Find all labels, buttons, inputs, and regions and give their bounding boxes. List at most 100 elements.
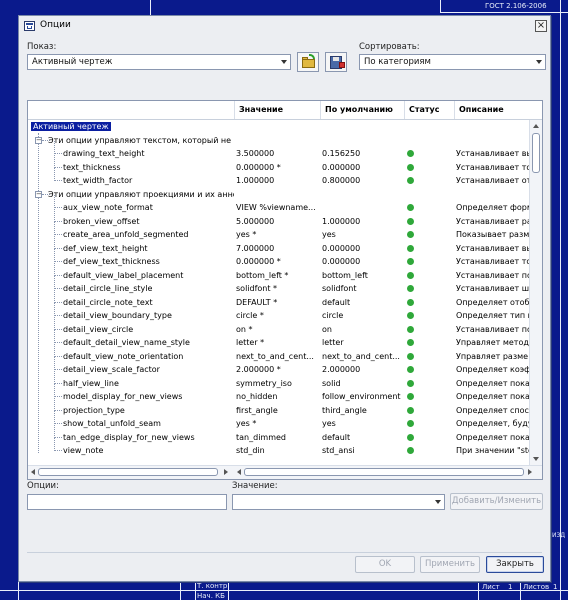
table-row[interactable]: text_width_factor 1.000000 0.800000 Устанав… bbox=[28, 168, 531, 187]
group-row[interactable]: − Эти опции управляют текстом, который не… bbox=[28, 134, 531, 147]
option-name: default_view_label_placement bbox=[63, 270, 184, 280]
option-description: Управляет разме bbox=[456, 351, 529, 361]
table-row[interactable]: detail_circle_line_style solidfont * solid… bbox=[28, 276, 531, 295]
table-row[interactable]: detail_circle_note_text DEFAULT * default О… bbox=[28, 289, 531, 309]
frame-line bbox=[18, 582, 19, 600]
sort-label: Сортировать: bbox=[359, 42, 420, 52]
table-row[interactable]: default_detail_view_name_style letter * le… bbox=[28, 330, 531, 349]
option-default: 1.000000 bbox=[322, 216, 361, 226]
option-default: solidfont bbox=[322, 284, 357, 293]
table-row[interactable]: detail_view_circle on * on Устанавливает по bbox=[28, 316, 531, 336]
table-row[interactable]: detail_view_boundary_type circle * circle О… bbox=[28, 303, 531, 322]
option-value: solidfont * bbox=[236, 284, 278, 293]
scroll-up-icon[interactable] bbox=[533, 124, 539, 128]
option-name: projection_type bbox=[63, 405, 125, 415]
table-row[interactable]: show_total_unfold_seam yes * yes Определяет… bbox=[28, 411, 531, 430]
tree-line bbox=[54, 423, 62, 424]
close-icon[interactable]: × bbox=[535, 20, 547, 32]
sheets-num: 1 bbox=[553, 583, 558, 591]
tree-line bbox=[54, 154, 55, 168]
ok-button[interactable]: OK bbox=[355, 556, 415, 573]
tree-line bbox=[54, 235, 55, 249]
table-row[interactable]: aux_view_note_format VIEW %viewname... Опр… bbox=[28, 195, 531, 214]
header-default[interactable]: По умолчанию bbox=[320, 101, 404, 119]
option-default: default bbox=[322, 297, 351, 307]
header-status[interactable]: Статус bbox=[404, 101, 454, 119]
header-value[interactable]: Значение bbox=[234, 101, 320, 119]
table-row[interactable]: view_note std_din std_ansi При значении "st… bbox=[28, 438, 531, 457]
option-default: 0.156250 bbox=[322, 149, 361, 158]
tree-line bbox=[54, 222, 55, 235]
vertical-scrollbar[interactable] bbox=[529, 120, 542, 465]
header-name[interactable] bbox=[28, 101, 234, 119]
table-row[interactable]: default_view_label_placement bottom_left … bbox=[28, 262, 531, 282]
tree-line bbox=[54, 249, 55, 262]
table-row[interactable]: broken_view_offset 5.000000 1.000000 Устана… bbox=[28, 208, 531, 228]
tree-line bbox=[54, 316, 55, 330]
group-label: Эти опции управляют проекциями и их анно… bbox=[48, 189, 234, 199]
table-row[interactable]: projection_type first_angle third_angle Опр… bbox=[28, 397, 531, 417]
option-description: Устанавливает от bbox=[456, 176, 531, 185]
header-description[interactable]: Описание bbox=[454, 101, 542, 119]
option-name: detail_view_boundary_type bbox=[63, 311, 172, 320]
table-row[interactable]: text_thickness 0.000000 * 0.000000 Устанавл… bbox=[28, 154, 531, 174]
table-row[interactable]: model_display_for_new_views no_hidden foll… bbox=[28, 384, 531, 403]
option-default: next_to_and_cent... bbox=[322, 351, 400, 361]
tree-line bbox=[54, 397, 55, 411]
scroll-right-icon[interactable] bbox=[224, 469, 228, 475]
table-row[interactable]: create_area_unfold_segmented yes * yes Пока… bbox=[28, 222, 531, 241]
tree-line bbox=[54, 424, 55, 438]
group-row[interactable]: − Эти опции управляют проекциями и их анн… bbox=[28, 188, 531, 201]
tree-line bbox=[54, 357, 55, 370]
tree-line bbox=[54, 141, 55, 154]
sort-select[interactable]: По категориям bbox=[359, 54, 546, 70]
scroll-left-icon[interactable] bbox=[31, 469, 35, 475]
status-ok-icon bbox=[407, 393, 414, 400]
table-row[interactable]: tan_edge_display_for_new_views tan_dimmed… bbox=[28, 424, 531, 444]
add-change-button[interactable]: Добавить/Изменить bbox=[450, 493, 543, 510]
frame-line bbox=[228, 582, 229, 600]
sort-select-value: По категориям bbox=[364, 57, 431, 67]
status-ok-icon bbox=[407, 231, 414, 238]
status-ok-icon bbox=[407, 150, 414, 157]
table-row[interactable]: half_view_line symmetry_iso solid Определяе… bbox=[28, 370, 531, 390]
apply-button[interactable]: Применить bbox=[420, 556, 480, 573]
scroll-down-icon[interactable] bbox=[533, 457, 539, 461]
option-value: 0.000000 * bbox=[236, 162, 281, 172]
tree-line bbox=[54, 234, 62, 235]
tree-line bbox=[54, 303, 55, 316]
open-config-button[interactable] bbox=[297, 52, 319, 72]
option-value: letter * bbox=[236, 338, 265, 347]
close-button[interactable]: Закрыть bbox=[486, 556, 544, 573]
option-name: detail_circle_note_text bbox=[63, 297, 153, 307]
scroll-left-icon[interactable] bbox=[237, 469, 241, 475]
option-name: half_view_line bbox=[63, 378, 119, 388]
data-column-scroll-thumb[interactable] bbox=[244, 468, 524, 476]
save-config-button[interactable] bbox=[325, 52, 347, 72]
value-combo[interactable] bbox=[232, 494, 445, 510]
option-description: Устанавливает то bbox=[456, 257, 531, 266]
tree-line bbox=[54, 355, 62, 357]
title-bar[interactable]: Опции × bbox=[19, 16, 550, 38]
name-column-scroll-thumb[interactable] bbox=[38, 468, 218, 476]
option-value: 5.000000 bbox=[236, 216, 275, 226]
collapse-icon[interactable]: − bbox=[35, 136, 42, 144]
root-row[interactable]: Активный чертеж bbox=[28, 120, 531, 133]
option-input[interactable] bbox=[27, 494, 227, 510]
collapse-icon[interactable]: − bbox=[35, 190, 42, 198]
option-default: bottom_left bbox=[322, 270, 368, 280]
show-select-value: Активный чертеж bbox=[32, 57, 113, 67]
tree-line bbox=[54, 301, 62, 303]
tree-line bbox=[54, 276, 55, 289]
table-row[interactable]: detail_view_scale_factor 2.000000 * 2.0000… bbox=[28, 357, 531, 376]
table-row[interactable]: default_view_note_orientation next_to_and… bbox=[28, 343, 531, 363]
option-label: Опции: bbox=[27, 481, 59, 491]
horizontal-scrollbars[interactable] bbox=[28, 465, 542, 479]
option-name: default_view_note_orientation bbox=[63, 351, 184, 361]
table-row[interactable]: def_view_text_height 7.000000 0.000000 Уста… bbox=[28, 235, 531, 255]
table-row[interactable]: drawing_text_height 3.500000 0.156250 Устан… bbox=[28, 141, 531, 160]
table-row[interactable]: def_view_text_thickness 0.000000 * 0.00000… bbox=[28, 249, 531, 268]
show-select[interactable]: Активный чертеж bbox=[27, 54, 291, 70]
scroll-right-icon[interactable] bbox=[528, 469, 532, 475]
scroll-thumb[interactable] bbox=[532, 133, 540, 173]
